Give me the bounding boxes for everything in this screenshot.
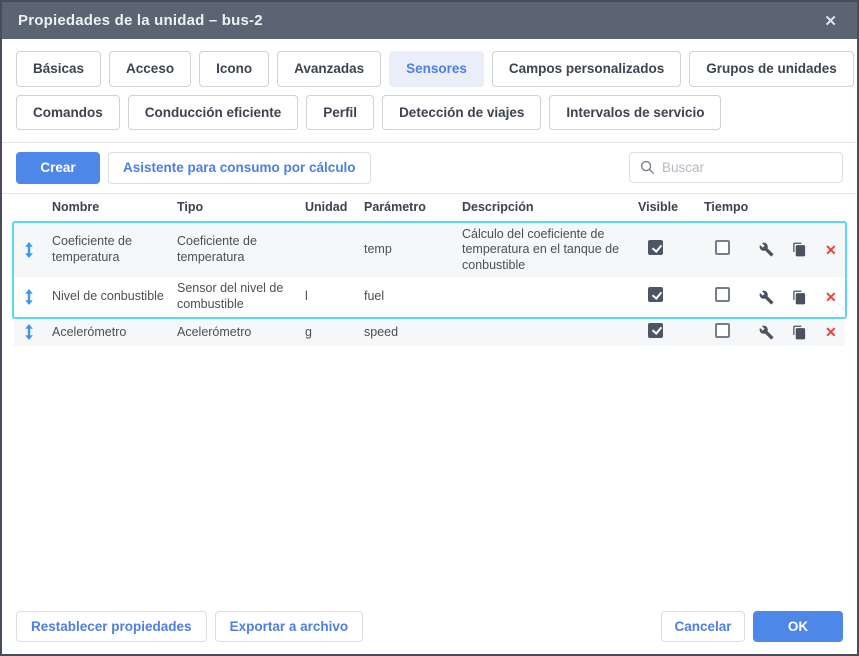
tab-icono[interactable]: Icono xyxy=(199,51,269,87)
drag-arrows-icon xyxy=(24,289,34,305)
sensor-type: Acelerómetro xyxy=(177,321,305,345)
create-button[interactable]: Crear xyxy=(16,152,100,184)
visible-cell xyxy=(638,283,704,311)
close-icon[interactable]: ✕ xyxy=(820,10,841,32)
col-time: Tiempo xyxy=(704,200,759,214)
dialog-title: Propiedades de la unidad – bus-2 xyxy=(18,12,263,29)
drag-handle[interactable] xyxy=(14,238,52,262)
time-checkbox[interactable] xyxy=(715,287,730,302)
tabs-area: Básicas Acceso Icono Avanzadas Sensores … xyxy=(2,39,857,143)
copy-icon[interactable] xyxy=(792,325,807,340)
time-cell xyxy=(704,236,759,264)
visible-cell xyxy=(638,319,704,347)
drag-handle[interactable] xyxy=(14,285,52,309)
dialog-titlebar: Propiedades de la unidad – bus-2 ✕ xyxy=(2,2,857,39)
sensor-name: Acelerómetro xyxy=(52,321,177,345)
dialog-footer: Restablecer propiedades Exportar a archi… xyxy=(2,601,857,655)
tab-grupos-de-unidades[interactable]: Grupos de unidades xyxy=(689,51,854,87)
search-icon xyxy=(640,160,655,175)
sensor-param: fuel xyxy=(364,285,462,309)
visible-checkbox[interactable] xyxy=(648,323,663,338)
delete-icon[interactable]: ✕ xyxy=(825,290,837,304)
time-checkbox[interactable] xyxy=(715,240,730,255)
col-name: Nombre xyxy=(52,200,177,214)
selected-rows-group: Coeficiente de temperatura Coeficiente d… xyxy=(12,221,847,319)
tab-conduccion-eficiente[interactable]: Conducción eficiente xyxy=(128,95,299,131)
sensor-unit: g xyxy=(305,321,364,345)
table-row[interactable]: Nivel de conbustible Sensor del nivel de… xyxy=(14,277,845,316)
row-actions: ✕ xyxy=(759,286,847,309)
tab-row-1: Básicas Acceso Icono Avanzadas Sensores … xyxy=(16,51,843,87)
sensor-description: Cálculo del coeficiente de temperatura e… xyxy=(462,223,638,278)
sensor-unit: l xyxy=(305,285,364,309)
time-checkbox[interactable] xyxy=(715,323,730,338)
tab-deteccion-de-viajes[interactable]: Detección de viajes xyxy=(382,95,541,131)
table-header-row: Nombre Tipo Unidad Parámetro Descripción… xyxy=(14,194,845,221)
sensor-description xyxy=(462,293,638,301)
export-to-file-button[interactable]: Exportar a archivo xyxy=(215,611,364,643)
col-description: Descripción xyxy=(462,200,638,214)
table-row[interactable]: Acelerómetro Acelerómetro g speed ✕ xyxy=(14,319,845,347)
delete-icon[interactable]: ✕ xyxy=(825,243,837,257)
row-actions: ✕ xyxy=(759,321,850,344)
edit-wrench-icon[interactable] xyxy=(759,325,774,340)
sensor-unit xyxy=(305,246,364,254)
tab-sensores[interactable]: Sensores xyxy=(389,51,484,87)
sensor-name: Nivel de conbustible xyxy=(52,285,177,309)
sensor-type: Sensor del nivel de combustible xyxy=(177,277,305,316)
time-cell xyxy=(704,319,759,347)
visible-checkbox[interactable] xyxy=(648,287,663,302)
reset-properties-button[interactable]: Restablecer propiedades xyxy=(16,611,207,643)
col-param: Parámetro xyxy=(364,200,462,214)
time-cell xyxy=(704,283,759,311)
tab-intervalos-de-servicio[interactable]: Intervalos de servicio xyxy=(549,95,721,131)
search-input[interactable] xyxy=(662,160,832,175)
copy-icon[interactable] xyxy=(792,290,807,305)
table-row[interactable]: Coeficiente de temperatura Coeficiente d… xyxy=(14,223,845,278)
col-type: Tipo xyxy=(177,200,305,214)
ok-button[interactable]: OK xyxy=(753,611,843,643)
cancel-button[interactable]: Cancelar xyxy=(661,611,745,643)
tab-comandos[interactable]: Comandos xyxy=(16,95,120,131)
col-unit: Unidad xyxy=(305,200,364,214)
edit-wrench-icon[interactable] xyxy=(759,242,774,257)
edit-wrench-icon[interactable] xyxy=(759,290,774,305)
col-visible: Visible xyxy=(638,200,704,214)
sensor-param: temp xyxy=(364,238,462,262)
sensors-toolbar: Crear Asistente para consumo por cálculo xyxy=(2,143,857,194)
drag-handle[interactable] xyxy=(14,320,52,344)
sensor-name: Coeficiente de temperatura xyxy=(52,230,177,269)
search-box[interactable] xyxy=(629,152,843,183)
row-actions: ✕ xyxy=(759,238,847,261)
tab-perfil[interactable]: Perfil xyxy=(306,95,374,131)
delete-icon[interactable]: ✕ xyxy=(825,325,837,339)
tab-basicas[interactable]: Básicas xyxy=(16,51,101,87)
drag-arrows-icon xyxy=(24,242,34,258)
tab-campos-personalizados[interactable]: Campos personalizados xyxy=(492,51,681,87)
sensor-description xyxy=(462,328,638,336)
copy-icon[interactable] xyxy=(792,242,807,257)
visible-checkbox[interactable] xyxy=(648,240,663,255)
tab-avanzadas[interactable]: Avanzadas xyxy=(277,51,381,87)
tab-acceso[interactable]: Acceso xyxy=(109,51,191,87)
fuel-wizard-button[interactable]: Asistente para consumo por cálculo xyxy=(108,152,371,184)
tab-row-2: Comandos Conducción eficiente Perfil Det… xyxy=(16,95,843,131)
sensors-table: Nombre Tipo Unidad Parámetro Descripción… xyxy=(2,194,857,601)
drag-arrows-icon xyxy=(24,324,34,340)
sensor-type: Coeficiente de temperatura xyxy=(177,230,305,269)
sensor-param: speed xyxy=(364,321,462,345)
visible-cell xyxy=(638,236,704,264)
